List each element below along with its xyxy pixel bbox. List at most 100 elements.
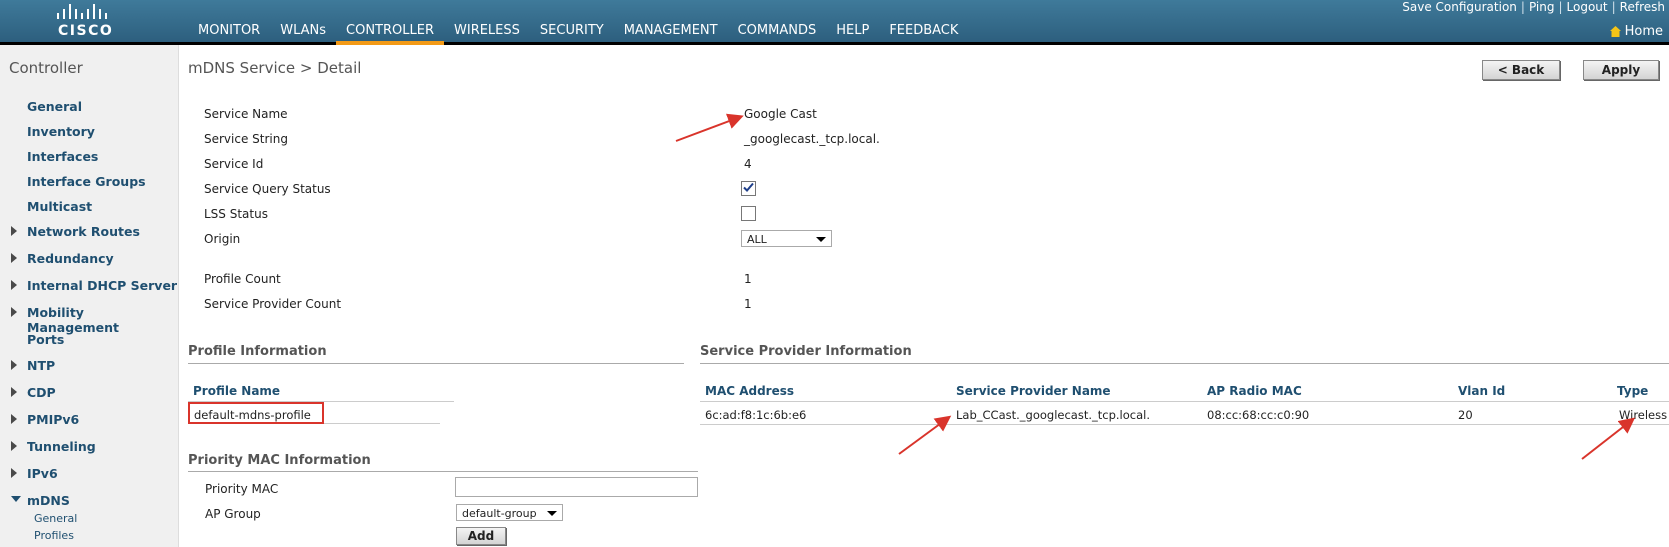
expand-arrow-icon[interactable] bbox=[11, 226, 17, 236]
expand-arrow-icon[interactable] bbox=[11, 441, 17, 451]
sidebar-item-interface-groups[interactable]: Interface Groups bbox=[27, 174, 146, 189]
origin-label: Origin bbox=[204, 232, 241, 246]
highlight-box bbox=[188, 402, 324, 424]
sidebar-item-internal-dhcp-server[interactable]: Internal DHCP Server bbox=[27, 278, 177, 293]
profile-information-title: Profile Information bbox=[188, 344, 327, 359]
profile-count-label: Profile Count bbox=[204, 272, 281, 286]
collapse-arrow-icon[interactable] bbox=[11, 496, 21, 502]
dropdown-caret-icon bbox=[816, 237, 826, 242]
service-provider-information-title: Service Provider Information bbox=[700, 344, 912, 359]
sidebar: Controller General Inventory Interfaces … bbox=[0, 45, 179, 547]
back-button[interactable]: < Back bbox=[1482, 60, 1560, 80]
nav-wlans[interactable]: WLANs bbox=[270, 22, 336, 45]
top-header: CISCO MONITOR WLANs CONTROLLER WIRELESS … bbox=[0, 0, 1669, 45]
sidebar-subitem-profiles[interactable]: Profiles bbox=[34, 529, 74, 542]
priority-mac-input[interactable] bbox=[455, 477, 698, 497]
dropdown-caret-icon bbox=[547, 511, 557, 516]
service-id-value: 4 bbox=[744, 157, 752, 171]
divider bbox=[700, 424, 1669, 425]
service-name-value: Google Cast bbox=[744, 107, 817, 121]
sp-ap-radio-mac-cell: 08:cc:68:cc:c0:90 bbox=[1207, 408, 1310, 422]
service-provider-count-label: Service Provider Count bbox=[204, 297, 342, 311]
ap-group-value: default-group bbox=[462, 507, 537, 520]
ap-group-select[interactable]: default-group bbox=[456, 504, 563, 521]
page-title: mDNS Service > Detail bbox=[188, 59, 362, 77]
main-nav: MONITOR WLANs CONTROLLER WIRELESS SECURI… bbox=[188, 22, 968, 45]
sidebar-title: Controller bbox=[9, 59, 83, 77]
sidebar-subitem-general[interactable]: General bbox=[34, 512, 77, 525]
refresh-link[interactable]: Refresh bbox=[1620, 0, 1665, 14]
nav-security[interactable]: SECURITY bbox=[530, 22, 614, 45]
ap-group-label: AP Group bbox=[205, 507, 261, 521]
vlan-id-header: Vlan Id bbox=[1458, 384, 1506, 398]
home-label: Home bbox=[1624, 24, 1663, 39]
ping-link[interactable]: Ping bbox=[1529, 0, 1555, 14]
sidebar-item-ports[interactable]: Ports bbox=[27, 332, 64, 347]
cisco-bars-icon bbox=[57, 4, 107, 19]
profile-count-value: 1 bbox=[744, 272, 752, 286]
sidebar-item-multicast[interactable]: Multicast bbox=[27, 199, 92, 214]
service-query-status-label: Service Query Status bbox=[204, 182, 331, 196]
sidebar-item-inventory[interactable]: Inventory bbox=[27, 124, 95, 139]
priority-mac-label: Priority MAC bbox=[205, 482, 279, 496]
sidebar-item-mobility-management[interactable]: Mobility Management bbox=[27, 305, 178, 335]
nav-help[interactable]: HELP bbox=[826, 22, 879, 45]
expand-arrow-icon[interactable] bbox=[11, 307, 17, 317]
sidebar-item-pmipv6[interactable]: PMIPv6 bbox=[27, 412, 79, 427]
annotation-arrow bbox=[1581, 417, 1636, 460]
expand-arrow-icon[interactable] bbox=[11, 360, 17, 370]
expand-arrow-icon[interactable] bbox=[11, 387, 17, 397]
sidebar-item-general[interactable]: General bbox=[27, 99, 82, 114]
sidebar-item-ipv6[interactable]: IPv6 bbox=[27, 466, 58, 481]
nav-commands[interactable]: COMMANDS bbox=[728, 22, 827, 45]
checkmark-icon bbox=[743, 182, 754, 192]
nav-controller[interactable]: CONTROLLER bbox=[336, 22, 444, 45]
sidebar-item-redundancy[interactable]: Redundancy bbox=[27, 251, 114, 266]
divider bbox=[700, 363, 1669, 364]
add-button[interactable]: Add bbox=[456, 527, 506, 545]
expand-arrow-icon[interactable] bbox=[11, 468, 17, 478]
lss-status-label: LSS Status bbox=[204, 207, 268, 221]
type-header: Type bbox=[1617, 384, 1649, 398]
expand-arrow-icon[interactable] bbox=[11, 280, 17, 290]
home-icon bbox=[1609, 26, 1621, 37]
sidebar-item-tunneling[interactable]: Tunneling bbox=[27, 439, 96, 454]
sp-mac-cell: 6c:ad:f8:1c:6b:e6 bbox=[705, 408, 807, 422]
sidebar-item-cdp[interactable]: CDP bbox=[27, 385, 56, 400]
nav-wireless[interactable]: WIRELESS bbox=[444, 22, 530, 45]
mac-address-header: MAC Address bbox=[705, 384, 795, 398]
annotation-arrow bbox=[675, 113, 744, 142]
sidebar-item-mdns[interactable]: mDNS bbox=[27, 493, 70, 508]
save-configuration-link[interactable]: Save Configuration bbox=[1402, 0, 1517, 14]
service-query-status-checkbox[interactable] bbox=[741, 181, 756, 196]
nav-feedback[interactable]: FEEDBACK bbox=[879, 22, 968, 45]
lss-status-checkbox[interactable] bbox=[741, 206, 756, 221]
sp-type-cell: Wireless bbox=[1619, 408, 1668, 422]
sp-name-cell: Lab_CCast._googlecast._tcp.local. bbox=[956, 408, 1150, 422]
top-links: Save Configuration | Ping | Logout | Refres… bbox=[1402, 0, 1665, 14]
nav-monitor[interactable]: MONITOR bbox=[188, 22, 270, 45]
cisco-logo: CISCO bbox=[55, 2, 125, 39]
logo-text: CISCO bbox=[58, 23, 114, 39]
origin-select[interactable]: ALL bbox=[741, 230, 832, 247]
divider bbox=[188, 363, 684, 364]
home-link[interactable]: Home bbox=[1609, 24, 1663, 39]
divider bbox=[188, 471, 698, 472]
nav-management[interactable]: MANAGEMENT bbox=[614, 22, 728, 45]
service-name-label: Service Name bbox=[204, 107, 288, 121]
service-string-value: _googlecast._tcp.local. bbox=[744, 132, 880, 146]
sp-vlan-id-cell: 20 bbox=[1458, 408, 1473, 422]
expand-arrow-icon[interactable] bbox=[11, 253, 17, 263]
expand-arrow-icon[interactable] bbox=[11, 414, 17, 424]
service-provider-name-header: Service Provider Name bbox=[956, 384, 1111, 398]
apply-button[interactable]: Apply bbox=[1583, 60, 1659, 80]
profile-name-header: Profile Name bbox=[193, 384, 281, 398]
ap-radio-mac-header: AP Radio MAC bbox=[1207, 384, 1302, 398]
origin-value: ALL bbox=[747, 233, 767, 246]
sidebar-item-ntp[interactable]: NTP bbox=[27, 358, 55, 373]
priority-mac-information-title: Priority MAC Information bbox=[188, 453, 371, 468]
sidebar-item-network-routes[interactable]: Network Routes bbox=[27, 224, 140, 239]
service-id-label: Service Id bbox=[204, 157, 264, 171]
logout-link[interactable]: Logout bbox=[1567, 0, 1608, 14]
sidebar-item-interfaces[interactable]: Interfaces bbox=[27, 149, 98, 164]
